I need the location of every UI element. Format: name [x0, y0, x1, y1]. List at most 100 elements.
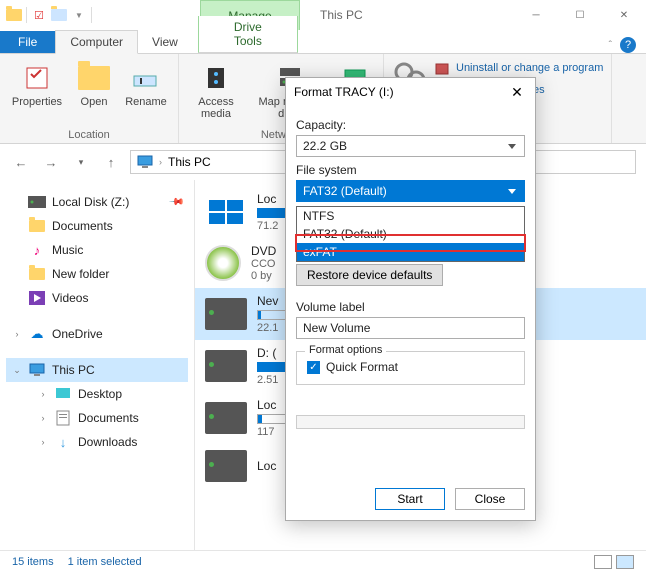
- tab-drive-tools[interactable]: Drive Tools: [198, 16, 298, 53]
- nav-documents2-label: Documents: [78, 411, 139, 425]
- item-name: Loc: [257, 398, 287, 412]
- status-bar: 15 items 1 item selected: [0, 550, 646, 572]
- dialog-close-button[interactable]: ✕: [507, 84, 527, 101]
- desktop-icon: [54, 386, 72, 402]
- item-count: 15 items: [12, 556, 54, 568]
- volume-label-label: Volume label: [296, 300, 525, 314]
- quick-format-checkbox[interactable]: ✓ Quick Format: [307, 360, 514, 374]
- uninstall-icon: [434, 60, 450, 76]
- documents-icon: [54, 410, 72, 426]
- ribbon-group-location-label: Location: [8, 127, 170, 141]
- this-pc-icon: [28, 362, 46, 378]
- volume-label-value: New Volume: [303, 321, 370, 335]
- nav-onedrive[interactable]: › ☁ OneDrive: [6, 322, 188, 346]
- item-sub: 22.1: [257, 322, 287, 334]
- tab-file[interactable]: File: [0, 31, 55, 53]
- filesystem-dropdown: NTFS FAT32 (Default) exFAT: [296, 206, 525, 262]
- chevron-right-icon: ›: [12, 329, 22, 339]
- selection-count: 1 item selected: [68, 556, 142, 568]
- nav-this-pc-label: This PC: [52, 363, 95, 377]
- item-name: D: (: [257, 346, 287, 360]
- volume-label-input[interactable]: New Volume: [296, 317, 525, 339]
- nav-new-folder[interactable]: New folder: [6, 262, 188, 286]
- chevron-right-icon: ›: [38, 389, 48, 399]
- chevron-down-icon: ⌄: [12, 365, 22, 376]
- nav-downloads[interactable]: ›↓Downloads: [6, 430, 188, 454]
- dialog-title: Format TRACY (I:): [294, 85, 394, 99]
- rename-label: Rename: [125, 96, 167, 108]
- start-button[interactable]: Start: [375, 488, 445, 510]
- drive-icon: [205, 350, 247, 382]
- drive-icon: [205, 402, 247, 434]
- access-media-button[interactable]: Access media: [187, 58, 245, 127]
- open-label: Open: [81, 96, 108, 108]
- nav-onedrive-label: OneDrive: [52, 327, 103, 341]
- rename-button[interactable]: Rename: [122, 58, 170, 127]
- close-button[interactable]: Close: [455, 488, 525, 510]
- capacity-value: 22.2 GB: [303, 139, 347, 153]
- help-icon[interactable]: ?: [620, 37, 636, 53]
- format-options-group: Format options ✓ Quick Format: [296, 351, 525, 385]
- nav-desktop[interactable]: › Desktop: [6, 382, 188, 406]
- folder-icon: [28, 218, 46, 234]
- open-folder-icon: [78, 62, 110, 94]
- format-options-legend: Format options: [305, 344, 386, 356]
- fs-option-exfat[interactable]: exFAT: [297, 243, 524, 261]
- item-name: Loc: [257, 192, 287, 206]
- capacity-select[interactable]: 22.2 GB: [296, 135, 525, 157]
- capacity-label: Capacity:: [296, 118, 525, 132]
- nav-local-disk[interactable]: Local Disk (Z:)📌: [6, 190, 188, 214]
- ribbon-tabs: File Computer View Drive Tools ˆ ?: [0, 30, 646, 54]
- properties-label: Properties: [12, 96, 62, 108]
- nav-this-pc[interactable]: ⌄ This PC: [6, 358, 188, 382]
- format-dialog: Format TRACY (I:) ✕ Capacity: 22.2 GB Fi…: [285, 77, 536, 521]
- dvd-icon: [205, 245, 241, 281]
- dialog-titlebar[interactable]: Format TRACY (I:) ✕: [286, 78, 535, 106]
- nav-videos-label: Videos: [52, 291, 88, 305]
- nav-local-disk-label: Local Disk (Z:): [52, 195, 129, 209]
- cloud-icon: ☁: [28, 326, 46, 342]
- open-button[interactable]: Open: [72, 58, 116, 127]
- forward-button[interactable]: →: [40, 151, 62, 173]
- close-button[interactable]: ✕: [602, 1, 646, 29]
- maximize-button[interactable]: ☐: [558, 1, 602, 29]
- access-media-label: Access media: [187, 96, 245, 120]
- address-path: This PC: [168, 155, 211, 169]
- videos-icon: [28, 290, 46, 306]
- minimize-button[interactable]: ─: [514, 1, 558, 29]
- this-pc-icon: [137, 155, 153, 169]
- recent-button[interactable]: ▾: [70, 151, 92, 173]
- title-bar: ☑ ▼ Manage This PC ─ ☐ ✕: [0, 0, 646, 30]
- nav-music[interactable]: ♪Music: [6, 238, 188, 262]
- explorer-icon: [6, 7, 22, 23]
- back-button[interactable]: ←: [10, 151, 32, 173]
- nav-videos[interactable]: Videos: [6, 286, 188, 310]
- item-sub: 117: [257, 426, 287, 438]
- nav-desktop-label: Desktop: [78, 387, 122, 401]
- fs-option-ntfs[interactable]: NTFS: [297, 207, 524, 225]
- item-name: DVD: [251, 244, 276, 258]
- drive-icon: [205, 450, 247, 482]
- quick-access-toolbar: ☑ ▼: [0, 1, 200, 29]
- item-name: Nev: [257, 294, 287, 308]
- tab-computer[interactable]: Computer: [55, 30, 138, 54]
- uninstall-link[interactable]: Uninstall or change a program: [434, 58, 603, 78]
- fs-option-fat32[interactable]: FAT32 (Default): [297, 225, 524, 243]
- filesystem-select[interactable]: FAT32 (Default): [296, 180, 525, 202]
- qat-checkbox-icon[interactable]: ☑: [31, 7, 47, 23]
- view-details-button[interactable]: [594, 555, 612, 569]
- qat-dropdown-icon[interactable]: ▼: [71, 7, 87, 23]
- drive-icon: [28, 194, 46, 210]
- qat-folder-icon[interactable]: [51, 7, 67, 23]
- nav-documents-2[interactable]: ›Documents: [6, 406, 188, 430]
- up-button[interactable]: ↑: [100, 151, 122, 173]
- window-controls: ─ ☐ ✕: [514, 1, 646, 29]
- view-tiles-button[interactable]: [616, 555, 634, 569]
- properties-button[interactable]: Properties: [8, 58, 66, 127]
- checkbox-checked-icon: ✓: [307, 361, 320, 374]
- item-name: Loc: [257, 459, 276, 473]
- ribbon-collapse-icon[interactable]: ˆ: [609, 40, 612, 51]
- restore-defaults-button[interactable]: Restore device defaults: [296, 264, 443, 286]
- tab-view[interactable]: View: [138, 31, 192, 53]
- nav-documents[interactable]: Documents: [6, 214, 188, 238]
